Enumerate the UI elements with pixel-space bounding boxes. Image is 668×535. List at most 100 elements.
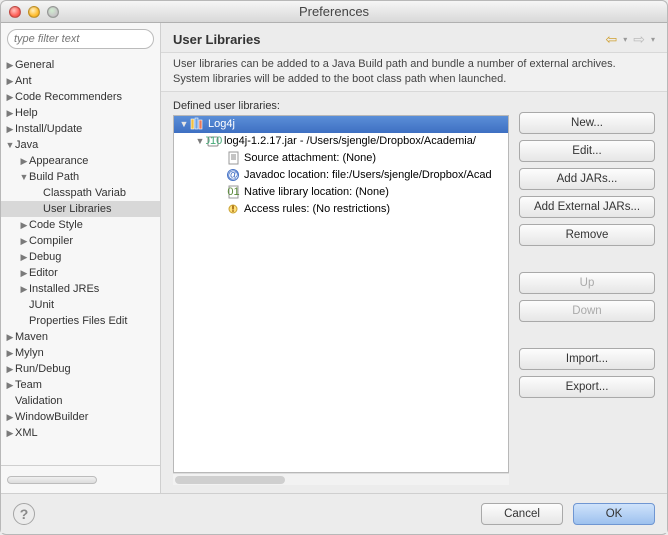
nav-back-icon[interactable]: ⇦ xyxy=(606,31,618,48)
remove-button[interactable]: Remove xyxy=(519,224,655,246)
disclosure-arrow-icon[interactable]: ▶ xyxy=(5,124,15,135)
user-libraries-tree[interactable]: ▼Log4j▼010log4j-1.2.17.jar - /Users/sjen… xyxy=(173,115,509,473)
tree-item[interactable]: ▶Maven xyxy=(1,329,160,345)
tree-item-label: Java xyxy=(15,139,38,151)
tree-item[interactable]: User Libraries xyxy=(1,201,160,217)
tree-item-label: Compiler xyxy=(29,235,73,247)
disclosure-arrow-icon[interactable]: ▶ xyxy=(5,108,15,119)
help-icon[interactable]: ? xyxy=(13,503,35,525)
library-tree-row[interactable]: ▼010log4j-1.2.17.jar - /Users/sjengle/Dr… xyxy=(174,133,508,150)
disclosure-arrow-icon[interactable]: ▶ xyxy=(5,60,15,71)
tree-item[interactable]: JUnit xyxy=(1,297,160,313)
ok-button[interactable]: OK xyxy=(573,503,655,525)
javadoc-icon: @ xyxy=(226,168,242,182)
tree-item[interactable]: ▶WindowBuilder xyxy=(1,409,160,425)
disclosure-arrow-icon[interactable]: ▶ xyxy=(5,428,15,439)
tree-item-label: Debug xyxy=(29,251,61,263)
horizontal-scrollbar[interactable] xyxy=(173,473,509,485)
add-jars-button[interactable]: Add JARs... xyxy=(519,168,655,190)
tree-item[interactable]: Classpath Variab xyxy=(1,185,160,201)
library-tree-label: Source attachment: (None) xyxy=(244,152,376,164)
tree-item-label: Code Recommenders xyxy=(15,91,122,103)
tree-item-label: JUnit xyxy=(29,299,54,311)
cancel-button[interactable]: Cancel xyxy=(481,503,563,525)
disclosure-arrow-icon[interactable]: ▼ xyxy=(178,119,190,129)
disclosure-arrow-icon[interactable]: ▶ xyxy=(5,348,15,359)
tree-item-label: User Libraries xyxy=(43,203,111,215)
disclosure-arrow-icon[interactable]: ▶ xyxy=(19,268,29,279)
tree-item-label: Properties Files Edit xyxy=(29,315,127,327)
library-tree-row[interactable]: ▼Log4j xyxy=(174,116,508,133)
jar-icon: 010 xyxy=(206,134,222,148)
svg-text:@: @ xyxy=(228,169,239,181)
tree-item[interactable]: ▼Java xyxy=(1,137,160,153)
tree-item[interactable]: ▶Code Style xyxy=(1,217,160,233)
tree-item[interactable]: ▶Debug xyxy=(1,249,160,265)
library-tree-row[interactable]: @Javadoc location: file:/Users/sjengle/D… xyxy=(174,167,508,184)
disclosure-arrow-icon[interactable]: ▶ xyxy=(5,76,15,87)
disclosure-arrow-icon[interactable]: ▶ xyxy=(5,364,15,375)
tree-item[interactable]: ▶Editor xyxy=(1,265,160,281)
tree-item-label: Team xyxy=(15,379,42,391)
tree-item[interactable]: ▶Mylyn xyxy=(1,345,160,361)
window-title: Preferences xyxy=(1,4,667,19)
tree-item-label: General xyxy=(15,59,54,71)
new-button[interactable]: New... xyxy=(519,112,655,134)
disclosure-arrow-icon[interactable]: ▶ xyxy=(19,284,29,295)
tree-item[interactable]: ▶General xyxy=(1,57,160,73)
tree-item[interactable]: ▶Run/Debug xyxy=(1,361,160,377)
tree-item[interactable]: ▶Appearance xyxy=(1,153,160,169)
tree-item-label: Maven xyxy=(15,331,48,343)
library-tree-row[interactable]: 01Native library location: (None) xyxy=(174,184,508,201)
tree-item[interactable]: ▶Installed JREs xyxy=(1,281,160,297)
sidebar: ▶General▶Ant▶Code Recommenders▶Help▶Inst… xyxy=(1,23,161,493)
tree-item[interactable]: ▼Build Path xyxy=(1,169,160,185)
disclosure-arrow-icon[interactable]: ▼ xyxy=(19,172,29,182)
disclosure-arrow-icon[interactable]: ▼ xyxy=(194,136,206,146)
tree-item[interactable]: ▶Help xyxy=(1,105,160,121)
edit-button[interactable]: Edit... xyxy=(519,140,655,162)
add-external-jars-button[interactable]: Add External JARs... xyxy=(519,196,655,218)
disclosure-arrow-icon[interactable]: ▶ xyxy=(5,332,15,343)
tree-item[interactable]: ▶Install/Update xyxy=(1,121,160,137)
nav-forward-icon: ⇨ xyxy=(633,31,645,48)
tree-item-label: Help xyxy=(15,107,38,119)
library-tree-label: log4j-1.2.17.jar - /Users/sjengle/Dropbo… xyxy=(224,135,476,147)
tree-item[interactable]: Properties Files Edit xyxy=(1,313,160,329)
access-icon xyxy=(226,202,242,216)
tree-item[interactable]: ▶Code Recommenders xyxy=(1,89,160,105)
disclosure-arrow-icon[interactable]: ▶ xyxy=(5,380,15,391)
tree-item-label: Build Path xyxy=(29,171,79,183)
disclosure-arrow-icon[interactable]: ▶ xyxy=(19,252,29,263)
library-icon xyxy=(190,117,206,131)
library-tree-label: Access rules: (No restrictions) xyxy=(244,203,390,215)
page-description: User libraries can be added to a Java Bu… xyxy=(161,52,667,92)
filter-input[interactable] xyxy=(7,29,154,49)
tree-item-label: Validation xyxy=(15,395,63,407)
tree-item[interactable]: ▶Team xyxy=(1,377,160,393)
disclosure-arrow-icon[interactable]: ▶ xyxy=(19,236,29,247)
tree-item-label: Classpath Variab xyxy=(43,187,126,199)
tree-item[interactable]: ▶XML xyxy=(1,425,160,441)
tree-item[interactable]: Validation xyxy=(1,393,160,409)
import-button[interactable]: Import... xyxy=(519,348,655,370)
disclosure-arrow-icon[interactable]: ▼ xyxy=(5,140,15,150)
nav-forward-menu[interactable]: ▾ xyxy=(651,35,655,44)
titlebar: Preferences xyxy=(1,1,667,23)
tree-item-label: Mylyn xyxy=(15,347,44,359)
disclosure-arrow-icon[interactable]: ▶ xyxy=(5,412,15,423)
source-icon xyxy=(226,151,242,165)
library-tree-row[interactable]: Source attachment: (None) xyxy=(174,150,508,167)
tree-item[interactable]: ▶Ant xyxy=(1,73,160,89)
down-button: Down xyxy=(519,300,655,322)
export-button[interactable]: Export... xyxy=(519,376,655,398)
tree-item-label: Code Style xyxy=(29,219,83,231)
disclosure-arrow-icon[interactable]: ▶ xyxy=(19,220,29,231)
library-tree-row[interactable]: Access rules: (No restrictions) xyxy=(174,201,508,218)
sidebar-scrollbar[interactable] xyxy=(1,465,160,493)
nav-back-menu[interactable]: ▾ xyxy=(623,35,627,44)
preferences-tree[interactable]: ▶General▶Ant▶Code Recommenders▶Help▶Inst… xyxy=(1,55,160,465)
tree-item[interactable]: ▶Compiler xyxy=(1,233,160,249)
disclosure-arrow-icon[interactable]: ▶ xyxy=(19,156,29,167)
disclosure-arrow-icon[interactable]: ▶ xyxy=(5,92,15,103)
